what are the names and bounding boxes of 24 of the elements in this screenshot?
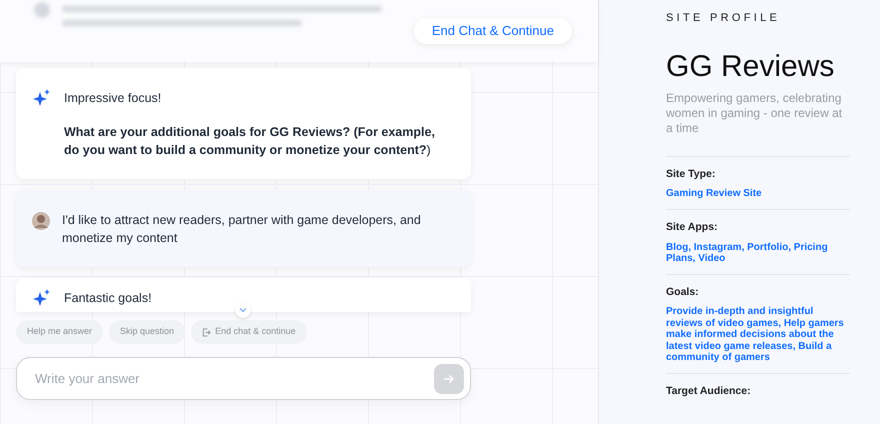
sparkle-icon	[32, 288, 52, 308]
site-name: GG Reviews	[666, 48, 836, 84]
answer-field[interactable]: Write your answer	[35, 368, 434, 388]
arrow-right-icon	[443, 372, 455, 384]
exit-icon	[202, 328, 212, 336]
scroll-down-button[interactable]	[235, 302, 251, 318]
field-label: Goals:	[666, 284, 700, 300]
sparkle-icon	[32, 88, 52, 108]
answer-box[interactable]: Write your answer	[16, 357, 471, 400]
field-label: Target Audience:	[666, 384, 752, 399]
message-text: What are your additional goals for GG Reviews? (For example, do you want to build a community or monetize your content?)	[64, 124, 436, 159]
chevron-down-icon	[239, 306, 247, 314]
message-text: I'd like to attract new readers, partner with game developers, and monetize my content	[62, 212, 422, 247]
user-avatar	[32, 212, 50, 230]
field-label: Site Apps:	[666, 220, 719, 235]
message-text: Fantastic goals!	[64, 290, 152, 307]
site-tagline: Empowering gamers, celebrating women in gaming - one review at a time	[666, 90, 844, 136]
panel-heading: SITE PROFILE	[666, 11, 782, 26]
message-text: Impressive focus!	[64, 90, 162, 107]
field-value: Blog, Instagram, Portfolio, Pricing Plans, Video	[666, 242, 829, 264]
field-label: Site Type:	[666, 166, 716, 182]
field-value: Provide in-depth and insightful reviews of video games, Help gamers make informed decisions about the latest video game releases, Build a community of gamers	[666, 306, 845, 364]
end-chat-button[interactable]: End Chat & Continue	[414, 18, 572, 44]
field-value: Gaming Review Site	[666, 188, 763, 200]
